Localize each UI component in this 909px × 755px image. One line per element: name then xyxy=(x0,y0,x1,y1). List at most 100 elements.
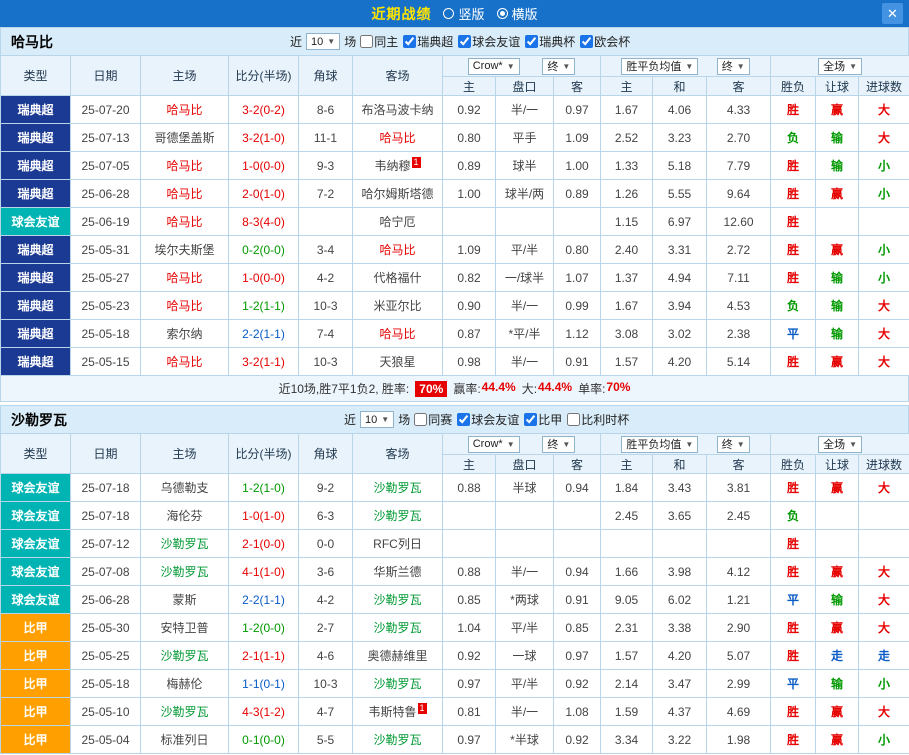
corners: 9-2 xyxy=(298,473,353,502)
result: 胜 xyxy=(770,557,817,586)
avg-odds-home: 1.57 xyxy=(600,641,654,670)
league-filter-checkbox[interactable] xyxy=(458,35,472,48)
league-filter-checkbox[interactable] xyxy=(567,413,581,426)
match-date: 25-07-08 xyxy=(70,557,141,586)
result: 胜 xyxy=(770,697,817,726)
col-header-type: 类型 xyxy=(0,433,71,474)
league-filter-checkbox[interactable] xyxy=(360,35,374,48)
avg-odds-home: 9.05 xyxy=(600,585,654,614)
away-team: 奥德赫维里 xyxy=(352,641,443,670)
match-row: 比甲 25-05-04 标准列日 0-1(0-0) 5-5 沙勒罗瓦 0.97 *半球 0.92… xyxy=(0,725,909,754)
match-score: 1-0(1-0) xyxy=(228,501,299,530)
col-header-avg-draw: 和 xyxy=(652,76,708,96)
home-team: 蒙斯 xyxy=(140,585,229,614)
handicap-odds-home: 0.89 xyxy=(442,151,496,180)
result: 胜 xyxy=(770,179,817,208)
league-filter-checkbox[interactable] xyxy=(580,35,594,48)
handicap-result: 输 xyxy=(815,319,860,348)
team-name: 沙勒罗瓦 xyxy=(11,411,67,428)
match-count-select[interactable]: 10 ▼ xyxy=(360,411,395,428)
radio-checked-icon xyxy=(496,8,508,19)
league-filter-label: 瑞典杯 xyxy=(539,35,576,49)
match-row: 比甲 25-05-30 安特卫普 1-2(0-0) 2-7 沙勒罗瓦 1.04 平/半 0.85… xyxy=(0,613,909,642)
match-score: 4-3(1-2) xyxy=(228,697,299,726)
home-team: 哈马比 xyxy=(140,179,229,208)
col-header-avg-away: 客 xyxy=(706,454,772,474)
chevron-down-icon: ▼ xyxy=(685,439,694,449)
handicap-result: 走 xyxy=(815,641,860,670)
red-card-badge: 1 xyxy=(417,703,427,714)
handicap-line: 一/球半 xyxy=(495,263,554,292)
final-odds-select[interactable]: 终 ▼ xyxy=(716,57,750,75)
handicap-odds-home: 0.88 xyxy=(442,473,496,502)
summary-prefix: 近10场,胜7平1负2, 胜率: xyxy=(278,382,410,396)
scope-header: 全场 ▼ xyxy=(770,433,909,455)
col-header-home: 主场 xyxy=(140,433,229,474)
layout-option-horizontal[interactable]: 横版 xyxy=(496,4,538,23)
chevron-down-icon: ▼ xyxy=(736,61,745,71)
avg-odds-draw: 4.94 xyxy=(652,263,708,292)
chevron-down-icon: ▼ xyxy=(381,415,390,424)
match-score: 0-1(0-0) xyxy=(228,725,299,754)
team-bar: 沙勒罗瓦 近 10 ▼ 场 同赛 球会友谊 比甲 比利时杯 xyxy=(0,405,909,433)
away-team: 哈马比 xyxy=(352,123,443,152)
league-filter-checkbox[interactable] xyxy=(403,35,417,48)
corners xyxy=(298,207,353,236)
handicap-line: 半/一 xyxy=(495,697,554,726)
avg-odds-away: 2.45 xyxy=(706,501,772,530)
section-home-team: 哈马比 近 10 ▼ 场 同主 瑞典超 球会友谊 瑞典杯 欧会杯 类型 日期 主… xyxy=(0,27,909,402)
avg-odds-select[interactable]: 胜平负均值 ▼ xyxy=(621,57,699,75)
handicap-odds-home: 0.97 xyxy=(442,725,496,754)
result: 负 xyxy=(770,501,817,530)
league-filter-checkbox[interactable] xyxy=(524,413,538,426)
scope-select[interactable]: 全场 ▼ xyxy=(818,435,862,453)
league-filter-checkbox[interactable] xyxy=(457,413,471,426)
match-date: 25-06-19 xyxy=(70,207,141,236)
match-row: 比甲 25-05-25 沙勒罗瓦 2-1(1-1) 4-6 奥德赫维里 0.92 一球 0.97… xyxy=(0,641,909,670)
avg-odds-draw: 3.65 xyxy=(652,501,708,530)
avg-odds-draw: 3.23 xyxy=(652,123,708,152)
col-header-date: 日期 xyxy=(70,433,141,474)
away-team: 哈马比 xyxy=(352,235,443,264)
league-filter: 瑞典杯 xyxy=(525,33,575,50)
league-filters: 同赛 球会友谊 比甲 比利时杯 xyxy=(414,411,629,428)
odds-company-select[interactable]: Crow* ▼ xyxy=(467,57,520,75)
league-filter-checkbox[interactable] xyxy=(525,35,539,48)
match-date: 25-05-23 xyxy=(70,291,141,320)
league-type: 瑞典超 xyxy=(0,319,71,348)
league-filters: 同主 瑞典超 球会友谊 瑞典杯 欧会杯 xyxy=(360,33,630,50)
layout-option-vertical[interactable]: 竖版 xyxy=(443,4,485,23)
odds-company-select[interactable]: Crow* ▼ xyxy=(467,435,520,453)
avg-odds-away: 2.90 xyxy=(706,613,772,642)
corners: 5-5 xyxy=(298,725,353,754)
avg-odds-select[interactable]: 胜平负均值 ▼ xyxy=(621,435,699,453)
match-date: 25-05-15 xyxy=(70,347,141,376)
final-odds-select[interactable]: 终 ▼ xyxy=(542,57,576,75)
goals-result: 大 xyxy=(858,319,909,348)
goals-result: 小 xyxy=(858,263,909,292)
match-count-select[interactable]: 10 ▼ xyxy=(306,33,341,50)
close-button[interactable]: ✕ xyxy=(882,3,903,24)
corners: 4-2 xyxy=(298,585,353,614)
result: 胜 xyxy=(770,529,817,558)
away-team: 沙勒罗瓦 xyxy=(352,473,443,502)
filter-group: 近 10 ▼ 场 同主 瑞典超 球会友谊 瑞典杯 欧会杯 xyxy=(290,33,630,50)
final-odds-select[interactable]: 终 ▼ xyxy=(716,435,750,453)
match-date: 25-05-04 xyxy=(70,725,141,754)
avg-odds-draw: 6.02 xyxy=(652,585,708,614)
match-date: 25-05-10 xyxy=(70,697,141,726)
home-team: 乌德勒支 xyxy=(140,473,229,502)
col-header-avg-away: 客 xyxy=(706,76,772,96)
handicap-odds-home xyxy=(442,501,496,530)
near-label: 近 xyxy=(344,413,357,427)
col-header-handicap-line: 盘口 xyxy=(495,454,554,474)
corners: 0-0 xyxy=(298,529,353,558)
chevron-down-icon: ▼ xyxy=(849,439,857,449)
handicap-result: 赢 xyxy=(815,347,860,376)
handicap-odds-home xyxy=(442,529,496,558)
avg-odds-draw: 6.97 xyxy=(652,207,708,236)
league-filter-checkbox[interactable] xyxy=(414,413,428,426)
final-odds-select[interactable]: 终 ▼ xyxy=(542,435,576,453)
scope-select[interactable]: 全场 ▼ xyxy=(818,57,862,75)
chevron-down-icon: ▼ xyxy=(849,61,857,71)
